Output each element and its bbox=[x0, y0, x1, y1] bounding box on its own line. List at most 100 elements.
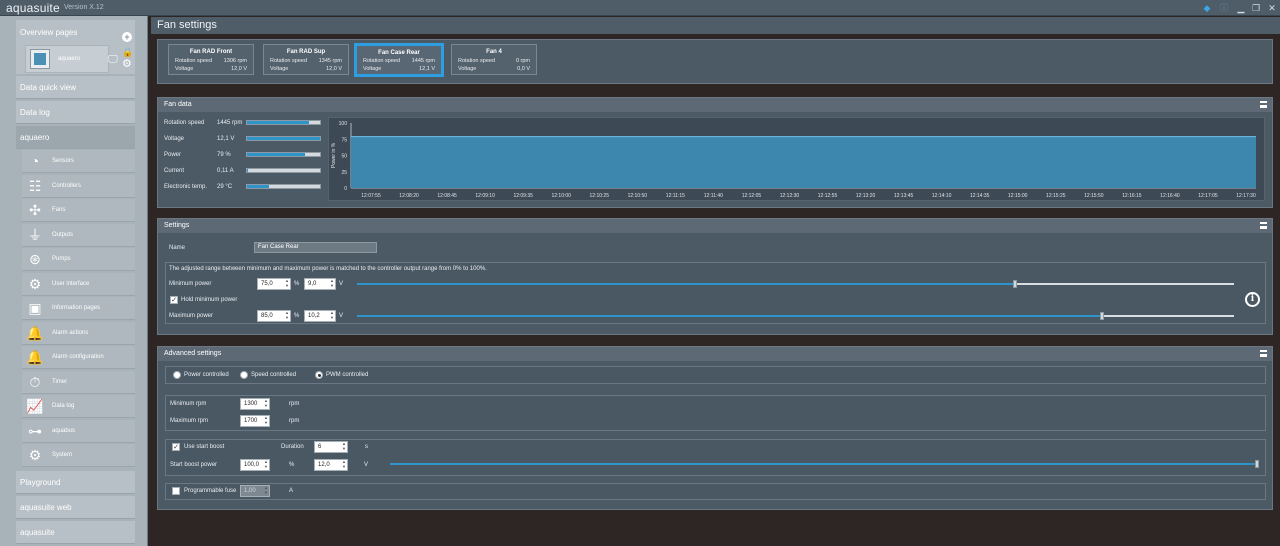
page-thumbnail bbox=[30, 49, 50, 69]
fan-voltage-row: Voltage 12,1 V bbox=[363, 66, 435, 72]
v-unit: V bbox=[364, 462, 369, 468]
range-note: The adjusted range between minimum and m… bbox=[169, 266, 487, 272]
fuse-input[interactable]: 1,00 bbox=[240, 485, 270, 497]
max-power-pct-input[interactable]: 85,0 bbox=[257, 310, 291, 322]
slider-thumb[interactable] bbox=[1013, 280, 1017, 288]
nav-aquaero[interactable]: aquaero bbox=[16, 126, 135, 149]
min-rpm-label: Minimum rpm bbox=[170, 401, 207, 407]
info-icon[interactable]: ⓘ bbox=[1218, 2, 1230, 14]
sidebar-item-fans[interactable]: ✣ Fans bbox=[22, 199, 135, 222]
overview-item[interactable]: aquaero bbox=[25, 45, 109, 73]
fan-speed-label: Rotation speed bbox=[175, 58, 212, 64]
min-power-voltage-input[interactable]: 9,0 bbox=[304, 278, 336, 290]
max-power-slider[interactable] bbox=[357, 312, 1234, 320]
sidebar-item-aquabus[interactable]: ⊶ aquabus bbox=[22, 420, 135, 443]
fan-speed-row: Rotation speed 1345 rpm bbox=[270, 58, 342, 64]
sidebar-item-user-interface[interactable]: ⚙ User interface bbox=[22, 273, 135, 296]
sidebar-item-system[interactable]: ⚙ System bbox=[22, 444, 135, 467]
data-value: 12,1 V bbox=[217, 136, 235, 142]
bell-settings-icon: 🔔 bbox=[26, 349, 44, 365]
sidebar-item-outputs[interactable]: ⏚ Outputs bbox=[22, 224, 135, 247]
fan-card[interactable]: Fan RAD Front Rotation speed 1306 rpm Vol… bbox=[168, 44, 254, 75]
y-tick-label: 75 bbox=[341, 137, 347, 143]
sidebar-item-label: Outputs bbox=[52, 232, 74, 238]
radio-label: PWM controlled bbox=[326, 372, 369, 378]
nav-data-log[interactable]: Data log bbox=[16, 101, 135, 124]
layers-icon[interactable]: ◆ bbox=[1201, 2, 1213, 14]
gear-icon[interactable]: ⚙ bbox=[122, 57, 132, 70]
nav-label: Playground bbox=[20, 478, 61, 487]
x-tick-label: 12:11:40 bbox=[704, 193, 723, 199]
fan-name: Fan RAD Sup bbox=[286, 49, 326, 55]
pwm-controlled-radio[interactable] bbox=[315, 371, 323, 379]
info-icon[interactable]: i bbox=[1245, 292, 1260, 307]
slider-thumb[interactable] bbox=[1255, 460, 1259, 468]
use-start-boost-checkbox[interactable]: ✓ bbox=[172, 443, 180, 451]
add-page-icon[interactable]: + bbox=[122, 32, 132, 42]
nav-aquasuite-web[interactable]: aquasuite web bbox=[16, 496, 135, 519]
fan-voltage: 12,1 V bbox=[419, 66, 435, 72]
overview-item-tools[interactable]: 🖵 🔒 ⚙ bbox=[108, 47, 134, 70]
monitor-icon: ▣ bbox=[28, 300, 42, 316]
x-tick-label: 12:09:35 bbox=[513, 193, 533, 199]
nav-playground[interactable]: Playground bbox=[16, 471, 135, 494]
programmable-fuse-checkbox[interactable] bbox=[172, 487, 180, 495]
slider-thumb[interactable] bbox=[1100, 312, 1104, 320]
speed-controlled-radio[interactable] bbox=[240, 371, 248, 379]
x-tick-label: 12:08:45 bbox=[437, 193, 457, 199]
hold-min-power-checkbox[interactable]: ✓ bbox=[170, 296, 178, 304]
min-rpm-input[interactable]: 1300 bbox=[240, 398, 270, 410]
sidebar-item-timer[interactable]: ⏱ Timer bbox=[22, 371, 135, 394]
max-power-voltage-input[interactable]: 10,2 bbox=[304, 310, 336, 322]
menu-icon[interactable] bbox=[1260, 350, 1267, 357]
name-input[interactable]: Fan Case Rear bbox=[254, 242, 377, 253]
minimize-icon[interactable]: ▁ bbox=[1235, 2, 1247, 14]
fan-voltage-label: Voltage bbox=[458, 66, 477, 72]
app-version: Version X.12 bbox=[64, 4, 104, 11]
data-label: Rotation speed bbox=[164, 120, 205, 126]
sidebar-item-controllers[interactable]: ☷ Controllers bbox=[22, 175, 135, 198]
x-tick-label: 12:12:30 bbox=[780, 193, 800, 199]
start-boost-slider[interactable] bbox=[390, 460, 1259, 468]
slider-rest bbox=[1102, 315, 1234, 317]
sidebar-item-sensors[interactable]: ◔ Sensors bbox=[22, 150, 135, 173]
y-axis-label: Power in % bbox=[331, 142, 337, 168]
fan-speed: 1345 rpm bbox=[318, 58, 342, 64]
nav-aquasuite[interactable]: aquasuite bbox=[16, 521, 135, 544]
menu-icon[interactable] bbox=[1260, 101, 1267, 108]
fan-speed: 0 rpm bbox=[515, 58, 530, 64]
sidebar-item-information-pages[interactable]: ▣ Information pages bbox=[22, 297, 135, 320]
start-boost-pct-input[interactable]: 100,0 bbox=[240, 459, 270, 471]
panel-header: Settings bbox=[158, 219, 1272, 233]
min-power-slider[interactable] bbox=[357, 280, 1234, 288]
nav-data-quick-view[interactable]: Data quick view bbox=[16, 76, 135, 99]
sidebar-item-pumps[interactable]: ⊛ Pumps bbox=[22, 248, 135, 271]
sidebar-item-alarm-actions[interactable]: 🔔 Alarm actions bbox=[22, 322, 135, 345]
sidebar-item-data-log[interactable]: 📈 Data log bbox=[22, 395, 135, 418]
fan-card[interactable]: Fan 4 Rotation speed 0 rpm Voltage 0,0 V bbox=[451, 44, 537, 75]
power-controlled-radio[interactable] bbox=[173, 371, 181, 379]
close-icon[interactable]: ✕ bbox=[1266, 2, 1278, 14]
pct-unit: % bbox=[294, 281, 300, 287]
min-power-pct-input[interactable]: 75,0 bbox=[257, 278, 291, 290]
monitor-icon[interactable]: 🖵 bbox=[108, 54, 118, 65]
fan-voltage-label: Voltage bbox=[363, 66, 382, 72]
gear-icon: ⚙ bbox=[28, 447, 42, 463]
fan-voltage: 12,0 V bbox=[326, 66, 342, 72]
menu-icon[interactable] bbox=[1260, 222, 1267, 229]
fan-voltage-row: Voltage 12,0 V bbox=[270, 66, 342, 72]
sidebar-item-label: Timer bbox=[52, 379, 68, 385]
x-tick-label: 12:17:05 bbox=[1198, 193, 1218, 199]
v-unit: V bbox=[339, 281, 344, 287]
fan-card[interactable]: Fan RAD Sup Rotation speed 1345 rpm Volta… bbox=[263, 44, 349, 75]
max-rpm-input[interactable]: 1700 bbox=[240, 415, 270, 427]
start-boost-voltage-input[interactable]: 12,0 bbox=[314, 459, 348, 471]
timer-icon: ⏱ bbox=[29, 374, 41, 390]
restore-icon[interactable]: ❐ bbox=[1250, 2, 1262, 14]
name-label: Name bbox=[169, 245, 186, 251]
page-title: Fan settings bbox=[157, 19, 217, 31]
fan-card-selected[interactable]: Fan Case Rear Rotation speed 1445 rpm Vol… bbox=[354, 43, 444, 77]
chart-svg: 100 75 50 25 0 Power in % 12:07:55 12:08:20 12:0… bbox=[331, 121, 1256, 199]
sidebar-item-alarm-configuration[interactable]: 🔔 Alarm configuration bbox=[22, 346, 135, 369]
duration-input[interactable]: 6 bbox=[314, 441, 348, 453]
